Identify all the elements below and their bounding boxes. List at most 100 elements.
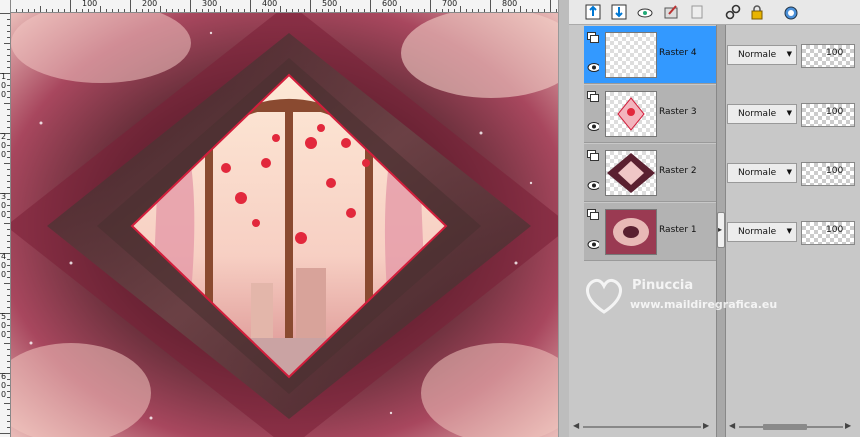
ruler-tick xyxy=(454,9,455,12)
ruler-tick xyxy=(7,199,10,200)
ruler-tick xyxy=(364,9,365,12)
ruler-tick xyxy=(7,115,10,116)
ruler-tick xyxy=(208,9,209,12)
ruler-tick xyxy=(340,6,341,12)
blend-mode-select[interactable]: Normale ▼ xyxy=(727,163,797,183)
splitter-handle[interactable]: ▸ xyxy=(717,212,725,248)
ruler-tick xyxy=(262,9,263,12)
layer-thumbnail xyxy=(605,91,657,137)
ruler-tick xyxy=(544,9,545,12)
visibility-eye-icon[interactable] xyxy=(587,121,601,132)
ruler-tick xyxy=(46,9,47,12)
blend-mode-value: Normale xyxy=(738,168,777,178)
scroll-right-icon[interactable]: ▶ xyxy=(845,421,851,430)
ruler-tick xyxy=(7,361,10,362)
ruler-tick xyxy=(7,349,10,350)
ruler-tick xyxy=(430,0,431,12)
opacity-value: 100 xyxy=(826,225,844,235)
opacity-field[interactable]: 100 xyxy=(801,103,855,127)
ruler-tick xyxy=(100,6,101,12)
ruler-label: 0 xyxy=(1,150,7,159)
opacity-field[interactable]: 100 xyxy=(801,221,855,245)
layer-group-icon[interactable] xyxy=(587,209,599,220)
ruler-tick xyxy=(94,9,95,12)
lock-icon[interactable] xyxy=(747,2,767,22)
ruler-tick xyxy=(178,9,179,12)
mask-icon[interactable] xyxy=(781,2,801,22)
ruler-tick xyxy=(7,31,10,32)
ruler-tick xyxy=(16,9,17,12)
ruler-label: 0 xyxy=(1,381,7,390)
ruler-tick xyxy=(244,9,245,12)
ruler-tick xyxy=(250,0,251,12)
ruler-tick xyxy=(7,79,10,80)
scroll-left-icon[interactable]: ◀ xyxy=(729,421,735,430)
layer-group-icon[interactable] xyxy=(587,91,599,102)
scroll-left-icon[interactable]: ◀ xyxy=(573,421,579,430)
layer-group-icon[interactable] xyxy=(587,32,599,43)
ruler-tick xyxy=(238,9,239,12)
blend-mode-select[interactable]: Normale ▼ xyxy=(727,45,797,65)
ruler-tick xyxy=(292,9,293,12)
scroll-thumb[interactable] xyxy=(763,424,807,430)
image-canvas[interactable] xyxy=(11,13,558,437)
watermark-site: www.maildiregrafica.eu xyxy=(630,298,778,311)
layer-group-icon[interactable] xyxy=(587,150,599,161)
ruler-tick xyxy=(7,337,10,338)
ruler-tick xyxy=(7,229,10,230)
horizontal-scrollbar[interactable]: ◀ ▶ xyxy=(571,421,713,433)
heart-logo-icon xyxy=(586,278,622,314)
ruler-tick xyxy=(34,9,35,12)
ruler-label: 4 xyxy=(1,252,7,261)
delete-layer-icon[interactable] xyxy=(687,2,707,22)
ruler-tick xyxy=(7,277,10,278)
ruler-tick xyxy=(370,0,371,12)
scroll-right-icon[interactable]: ▶ xyxy=(703,421,709,430)
watermark-name: Pinuccia xyxy=(632,278,694,293)
ruler-tick xyxy=(7,409,10,410)
ruler-tick xyxy=(448,9,449,12)
blend-mode-select[interactable]: Normale ▼ xyxy=(727,222,797,242)
visibility-eye-icon[interactable] xyxy=(587,180,601,191)
layer-row-raster-3[interactable]: Raster 3 xyxy=(584,85,716,143)
layer-row-raster-4[interactable]: Raster 4 xyxy=(584,26,716,84)
ruler-tick xyxy=(7,91,10,92)
ruler-label: 100 xyxy=(82,0,98,8)
ruler-tick xyxy=(400,6,401,12)
ruler-tick xyxy=(7,259,10,260)
ruler-tick xyxy=(490,0,491,12)
layer-row-raster-2[interactable]: Raster 2 xyxy=(584,144,716,202)
blend-mode-select[interactable]: Normale ▼ xyxy=(727,104,797,124)
ruler-tick xyxy=(76,9,77,12)
ruler-tick xyxy=(52,9,53,12)
ruler-label: 300 xyxy=(202,0,218,8)
horizontal-ruler: 100 200 300 400 500 600 700 800 xyxy=(10,0,558,13)
link-icon[interactable] xyxy=(723,2,743,22)
ruler-label: 3 xyxy=(1,192,7,201)
layers-list: Raster 4 Raster 3 Raster 2 Raster 1 xyxy=(584,26,716,262)
edit-layer-icon[interactable] xyxy=(661,2,681,22)
visibility-eye-icon[interactable] xyxy=(587,62,601,73)
vertical-ruler: 100200300400500600 xyxy=(0,0,11,437)
horizontal-scrollbar[interactable]: ◀ ▶ xyxy=(727,421,855,433)
new-raster-layer-icon[interactable] xyxy=(583,2,603,22)
ruler-tick xyxy=(202,9,203,12)
visibility-eye-icon[interactable] xyxy=(587,239,601,250)
layer-row-raster-1[interactable]: Raster 1 xyxy=(584,203,716,261)
ruler-tick xyxy=(7,319,10,320)
view-all-icon[interactable] xyxy=(635,2,655,22)
ruler-label: 1 xyxy=(1,72,7,81)
opacity-field[interactable]: 100 xyxy=(801,44,855,68)
ruler-tick xyxy=(7,127,10,128)
ruler-tick xyxy=(472,9,473,12)
opacity-value: 100 xyxy=(826,166,844,176)
ruler-tick xyxy=(502,9,503,12)
ruler-tick xyxy=(4,343,10,344)
new-vector-layer-icon[interactable] xyxy=(609,2,629,22)
ruler-tick xyxy=(7,235,10,236)
layer-name: Raster 1 xyxy=(659,225,697,235)
ruler-tick xyxy=(550,0,551,12)
opacity-value: 100 xyxy=(826,48,844,58)
opacity-field[interactable]: 100 xyxy=(801,162,855,186)
ruler-label: 5 xyxy=(1,312,7,321)
